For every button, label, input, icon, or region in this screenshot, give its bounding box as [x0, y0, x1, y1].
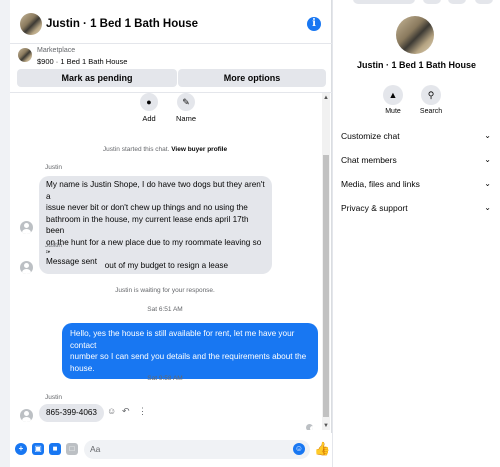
section-privacy-support[interactable]: Privacy & support ⌄ [341, 203, 491, 219]
sender-name: Justin [45, 164, 62, 171]
section-media-files-links[interactable]: Media, files and links ⌄ [341, 179, 491, 195]
sender-name: Justin [45, 242, 62, 249]
timestamp: Sat 9:58 AM [147, 375, 183, 382]
composer-bar: + ▣ ■ □ Aa ☺ 👍 [10, 433, 332, 467]
sender-name: Justin [45, 394, 62, 401]
seen-avatar [306, 424, 313, 430]
message-text: Message sent [46, 257, 97, 266]
messenger-window: Justin · 1 Bed 1 Bath House i Marketplac… [0, 0, 500, 467]
chat-started-note: Justin started this chat. View buyer pro… [10, 146, 320, 153]
started-text: Justin started this chat. [102, 146, 170, 153]
gif-icon[interactable]: □ [66, 443, 78, 455]
chevron-down-icon: ⌄ [484, 179, 491, 188]
message-line: issue never bit or don't chew up things … [46, 203, 248, 212]
react-icon[interactable]: ☺ [107, 406, 116, 416]
scroll-down-icon[interactable]: ▼ [323, 423, 329, 429]
timestamp: Sat 6:51 AM [147, 306, 183, 313]
message-text: 865-399-4063 [46, 408, 97, 417]
pencil-icon: ✎ [177, 93, 195, 111]
more-icon[interactable]: ⋮ [138, 406, 147, 417]
page-title[interactable]: Justin · 1 Bed 1 Bath House [46, 18, 198, 30]
avatar[interactable] [20, 409, 33, 422]
scroll-up-icon[interactable]: ▲ [323, 95, 329, 101]
mute-action[interactable]: ▲ Mute [373, 85, 413, 115]
add-person-icon: ● [140, 93, 158, 111]
message-line: number so I can send you details and the… [70, 352, 307, 361]
input-placeholder: Aa [90, 444, 101, 454]
message-list[interactable]: ● Add ✎ Name Justin started this chat. V… [10, 92, 332, 430]
avatar[interactable] [20, 261, 33, 274]
message-bubble-sent[interactable]: Hello, yes the house is still available … [62, 323, 318, 379]
image-icon[interactable]: ▣ [32, 443, 44, 455]
listing-thumbnail [18, 48, 32, 62]
toolbar-pill[interactable] [448, 0, 466, 4]
section-label: Customize chat [341, 131, 400, 141]
section-label: Chat members [341, 155, 397, 165]
contact-name: Justin · 1 Bed 1 Bath House [356, 60, 477, 70]
message-line: bathroom in the house, my current lease … [46, 214, 249, 236]
reply-icon[interactable]: ↶ [122, 406, 130, 417]
section-label: Media, files and links [341, 179, 420, 189]
add-label: Add [142, 114, 156, 123]
marketplace-label: Marketplace [37, 47, 76, 54]
avatar[interactable] [396, 16, 434, 54]
mute-label: Mute [385, 108, 401, 115]
scrollbar-thumb[interactable] [323, 155, 329, 417]
top-toolbar [353, 0, 500, 4]
message-line: house. [70, 363, 95, 373]
message-line: Hello, yes the house is still available … [70, 329, 295, 350]
chat-pane: Justin · 1 Bed 1 Bath House i Marketplac… [10, 0, 332, 467]
add-action[interactable]: ● Add [134, 93, 164, 123]
view-buyer-profile-link[interactable]: View buyer profile [171, 146, 227, 153]
listing-detail: $900 · 1 Bed 1 Bath House [37, 57, 128, 66]
message-bubble-received[interactable]: Message sent [39, 253, 104, 271]
info-icon[interactable]: i [307, 17, 321, 31]
avatar[interactable] [20, 13, 42, 35]
section-chat-members[interactable]: Chat members ⌄ [341, 155, 491, 171]
search-label: Search [419, 108, 443, 115]
chevron-down-icon: ⌄ [484, 203, 491, 212]
toolbar-pill[interactable] [353, 0, 415, 4]
bell-icon: ▲ [383, 85, 403, 105]
message-bubble-received[interactable]: 865-399-4063 [39, 404, 104, 422]
message-input[interactable] [84, 440, 310, 459]
search-icon: ⚲ [421, 85, 441, 105]
chat-header: Justin · 1 Bed 1 Bath House i [10, 6, 332, 44]
toolbar-pill[interactable] [475, 0, 493, 4]
waiting-note: Justin is waiting for your response. [115, 287, 215, 294]
name-action[interactable]: ✎ Name [171, 93, 201, 123]
section-customize-chat[interactable]: Customize chat ⌄ [341, 131, 491, 147]
more-options-button[interactable]: More options [178, 69, 326, 87]
avatar[interactable] [20, 221, 33, 234]
conversation-info-panel: Justin · 1 Bed 1 Bath House ▲ Mute ⚲ Sea… [333, 0, 500, 467]
emoji-icon[interactable]: ☺ [293, 443, 305, 455]
thumbs-up-icon[interactable]: 👍 [314, 441, 330, 457]
search-action[interactable]: ⚲ Search [411, 85, 451, 115]
chevron-down-icon: ⌄ [484, 131, 491, 140]
name-label: Name [175, 114, 196, 123]
plus-icon[interactable]: + [15, 443, 27, 455]
sticker-icon[interactable]: ■ [49, 443, 61, 455]
section-label: Privacy & support [341, 203, 408, 213]
left-scroll-strip [0, 0, 10, 467]
mark-as-pending-button[interactable]: Mark as pending [17, 69, 177, 87]
message-line: My name is Justin Shope, I do have two d… [46, 180, 265, 201]
toolbar-pill[interactable] [423, 0, 441, 4]
chevron-down-icon: ⌄ [484, 155, 491, 164]
marketplace-listing[interactable]: Marketplace $900 · 1 Bed 1 Bath House [10, 44, 332, 68]
